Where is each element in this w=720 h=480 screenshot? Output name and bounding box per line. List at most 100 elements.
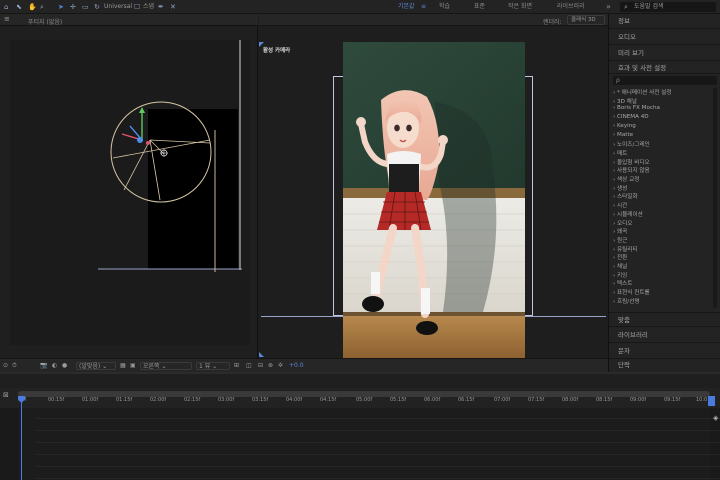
effect-category[interactable]: › 스타일화 (613, 192, 638, 200)
libraries-panel-header[interactable]: 라이브러리 (609, 328, 720, 343)
pointer-tool-icon[interactable]: ➤ (58, 2, 64, 12)
selection-tool-icon[interactable]: ⬉ (16, 2, 22, 12)
grid-icon[interactable]: ▦ (120, 362, 126, 370)
audio-panel-header[interactable]: 오디오 (609, 30, 720, 45)
info-panel-header[interactable]: 정보 (609, 14, 720, 29)
effects-search-input[interactable]: ρ (613, 76, 717, 85)
rendered-character-scene (343, 42, 525, 358)
workspace-standard[interactable]: 표준 (474, 2, 485, 12)
camera-view-select[interactable]: 오른쪽 ⌄ (140, 362, 192, 370)
viewer-status-bar: ⊙ ⏱ 📷 ◐ ● (알맞음) ⌄ ▦ ▣ 오른쪽 ⌄ 1 뷰 ⌄ ⊞ ◫ ⊟ … (0, 358, 608, 372)
renderer-select[interactable]: 클래식 3D (567, 15, 605, 25)
footage-tab[interactable]: 푸티지 (없음) (28, 17, 62, 26)
flowchart-icon[interactable]: ⊗ (268, 362, 273, 370)
effect-category[interactable]: › 표현식 컨트롤 (613, 288, 650, 296)
color-icon[interactable]: ● (62, 362, 67, 370)
view-layout-select[interactable]: 1 뷰 ⌄ (196, 362, 230, 370)
puppet-tool-icon[interactable]: ✕ (170, 2, 176, 12)
snap-checkbox[interactable]: ☐ (134, 2, 140, 12)
comp-button-icon[interactable]: ◈ (713, 414, 718, 422)
timeline-panel: ⊠ 00f 00:15f 01:00f 01:15f 02:00f 02:15f… (0, 372, 720, 480)
effect-category[interactable]: › 시뮬레이션 (613, 210, 643, 218)
pen-tool-icon[interactable]: ✒ (158, 2, 164, 12)
zoom-select[interactable]: (알맞음) ⌄ (76, 362, 116, 370)
current-time-indicator[interactable] (21, 398, 22, 480)
effect-category[interactable]: › 색상 교정 (613, 175, 639, 183)
comp-mini-flowchart-icon[interactable]: ⊠ (3, 391, 9, 399)
zoom-tool-icon[interactable]: ⌕ (40, 2, 44, 12)
move-tool-icon[interactable]: ✛ (70, 2, 76, 12)
effect-category[interactable]: › Matte (613, 132, 633, 138)
time-tick: 04:00f (286, 397, 303, 403)
character-panel-header[interactable]: 문자 (609, 344, 720, 359)
effect-category[interactable]: › CINEMA 4D (613, 114, 649, 120)
universal-label[interactable]: Universal (104, 2, 132, 12)
time-icon[interactable]: ⏱ (12, 362, 17, 370)
workspace-small-screen[interactable]: 작은 화면 (508, 2, 532, 12)
effect-category[interactable]: › * 애니메이션 사전 설정 (613, 88, 671, 96)
effect-category[interactable]: › 전환 (613, 253, 627, 261)
workspace-more-icon[interactable]: » (606, 2, 611, 12)
time-tick: 01:15f (116, 397, 133, 403)
exposure-value[interactable]: +0.0 (289, 362, 304, 370)
corner-marker-icon (259, 42, 264, 47)
time-tick: 08:00f (562, 397, 579, 403)
effect-category[interactable]: › 매트 (613, 149, 627, 157)
preview-panel-header[interactable]: 미리 보기 (609, 46, 720, 61)
composition-render[interactable] (343, 42, 525, 358)
show-channel-icon[interactable]: ◐ (52, 362, 57, 370)
footage-tab-bar: ≡ 푸티지 (없음) (0, 14, 258, 26)
effect-category[interactable]: › 흐림/선명 (613, 297, 640, 305)
footage-view-area[interactable] (10, 40, 250, 345)
corner-marker-icon (259, 352, 264, 357)
effect-category[interactable]: › 오디오 (613, 219, 632, 227)
snap-label: 스냅 (143, 3, 155, 10)
effect-category[interactable]: › 사용되지 않음 (613, 166, 650, 174)
time-tick: 01:00f (82, 397, 99, 403)
effect-category[interactable]: › 생성 (613, 184, 627, 192)
paragraph-panel-header[interactable]: 단락 (609, 358, 720, 372)
effect-category[interactable]: › 시간 (613, 201, 627, 209)
magnification-icon[interactable]: ⊙ (3, 362, 8, 370)
time-tick: 02:15f (184, 397, 201, 403)
panel-menu-icon[interactable]: ≡ (4, 15, 10, 23)
workspace-libraries[interactable]: 라이브러리 (557, 2, 585, 12)
workspace-learn[interactable]: 학습 (439, 2, 450, 12)
time-ruler[interactable]: ⊠ 00f 00:15f 01:00f 01:15f 02:00f 02:15f… (0, 388, 720, 408)
time-tick: 03:00f (218, 397, 235, 403)
effect-category[interactable]: › Boris FX Mocha (613, 105, 660, 111)
work-area-end-handle[interactable] (708, 396, 715, 406)
effects-presets-header[interactable]: 효과 및 사전 설정 (609, 62, 720, 74)
right-side-panels: 정보 오디오 미리 보기 효과 및 사전 설정 ρ › * 애니메이션 사전 설… (608, 14, 720, 372)
time-tick: 02:00f (150, 397, 167, 403)
effect-category[interactable]: › 텍스트 (613, 279, 632, 287)
snapshot-icon[interactable]: 📷 (40, 362, 47, 370)
effect-category[interactable]: › 유틸리티 (613, 245, 638, 253)
effect-category[interactable]: › 원근 (613, 236, 627, 244)
time-tick: 09:15f (664, 397, 681, 403)
align-panel-header[interactable]: 맞춤 (609, 312, 720, 327)
region-icon[interactable]: ▣ (130, 362, 136, 370)
home-icon[interactable]: ⌂ (4, 2, 8, 12)
layer-tracks-area[interactable] (18, 408, 720, 480)
effect-category[interactable]: › 왜곡 (613, 227, 627, 235)
fast-preview-icon[interactable]: ◫ (246, 362, 252, 370)
hand-tool-icon[interactable]: ✋ (28, 2, 37, 12)
effect-category[interactable]: › 채널 (613, 262, 627, 270)
workspace-menu-icon[interactable]: ≡ (421, 2, 426, 12)
effect-category[interactable]: › 키잉 (613, 271, 627, 279)
search-icon: ⌕ (624, 3, 628, 11)
effect-category[interactable]: › Keying (613, 123, 636, 129)
effect-category[interactable]: › 노이즈/그레인 (613, 140, 650, 148)
pixel-aspect-icon[interactable]: ⊞ (234, 362, 239, 370)
effect-category[interactable]: › 몰입형 비디오 (613, 158, 650, 166)
effects-scrollbar[interactable] (713, 88, 717, 308)
rotate-tool-icon[interactable]: ↻ (94, 2, 100, 12)
workspace-default[interactable]: 기본값 (398, 2, 415, 12)
help-search-input[interactable]: ⌕ 도움말 검색 (620, 2, 716, 12)
reset-exposure-icon[interactable]: ✲ (278, 362, 283, 370)
rectangle-tool-icon[interactable]: ▭ (82, 2, 89, 12)
time-tick: 05:00f (356, 397, 373, 403)
timeline-toggle-icon[interactable]: ⊟ (258, 362, 263, 370)
effect-category[interactable]: › 3D 채널 (613, 97, 637, 105)
